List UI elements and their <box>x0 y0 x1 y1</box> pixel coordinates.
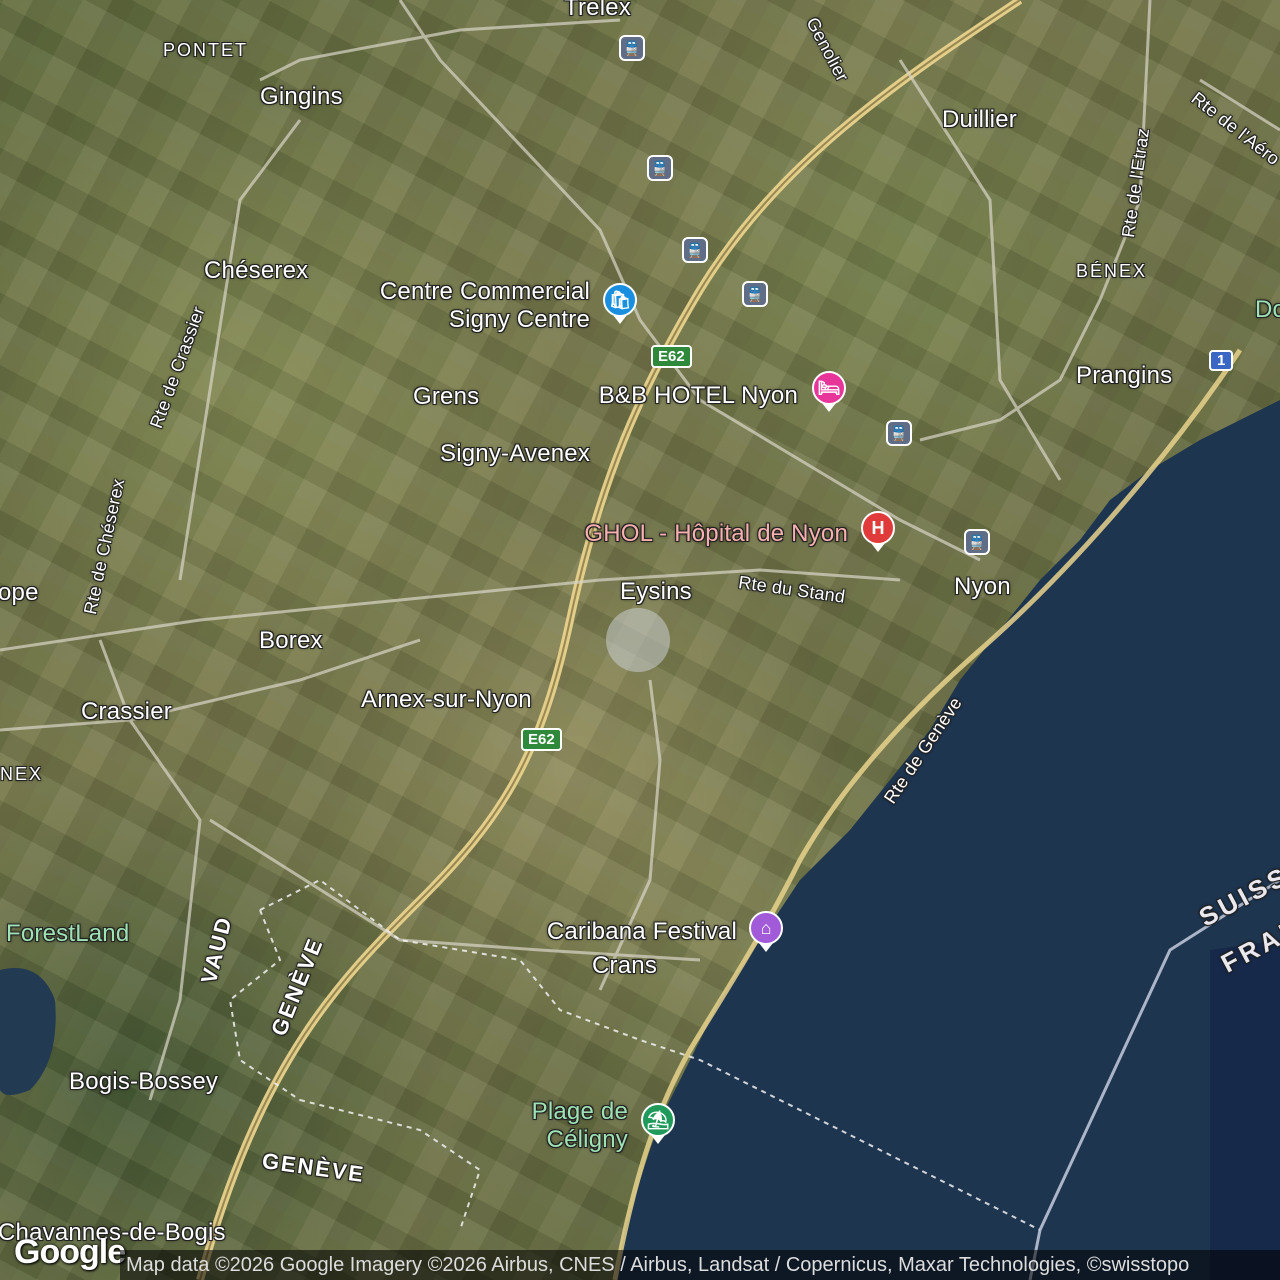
train-icon: 🚆 <box>651 159 669 176</box>
label-eysins: Eysins <box>620 578 692 605</box>
label-plage-line2: Céligny <box>546 1126 628 1153</box>
train-station-trelex[interactable]: 🚆 <box>619 35 645 61</box>
train-icon: 🚆 <box>746 285 764 302</box>
map-attribution[interactable]: Map data ©2026 Google Imagery ©2026 Airb… <box>120 1250 1280 1280</box>
poi-pin-caribana[interactable]: ⌂ <box>749 911 783 952</box>
label-crassier: Crassier <box>81 698 172 725</box>
label-plage-celigny: Plage de Céligny <box>480 1098 628 1154</box>
train-station-5[interactable]: 🚆 <box>886 420 912 446</box>
label-ghol-hospital: GHOL - Hôpital de Nyon <box>584 520 848 547</box>
beach-umbrella-icon: ⛱ <box>646 1109 670 1130</box>
shield-e62-south: E62 <box>521 728 562 751</box>
label-borex: Borex <box>259 627 323 654</box>
poi-pin-plage-celigny[interactable]: ⛱ <box>641 1103 675 1144</box>
map-canvas[interactable]: Trelex Genolier PONTET Gingins Duillier … <box>0 0 1280 1280</box>
label-bb-hotel: B&B HOTEL Nyon <box>598 382 798 409</box>
train-icon: 🚆 <box>623 39 641 56</box>
label-bogis-bossey: Bogis-Bossey <box>69 1068 219 1095</box>
google-logo: Google <box>14 1233 126 1271</box>
label-gingins: Gingins <box>260 83 343 110</box>
label-trelex: Trelex <box>564 0 631 21</box>
label-benex: BÉNEX <box>1076 261 1148 281</box>
label-crans: Crans <box>592 952 658 979</box>
venue-icon: ⌂ <box>760 917 772 938</box>
sports-ground <box>606 608 670 672</box>
label-signy-avenex: Signy-Avenex <box>440 440 591 467</box>
train-icon: 🚆 <box>890 424 908 441</box>
hospital-icon: H <box>871 517 885 538</box>
poi-pin-ghol-hospital[interactable]: H <box>861 511 895 552</box>
label-signy-centre: Centre Commercial Signy Centre <box>340 278 590 334</box>
label-grens: Grens <box>413 383 480 410</box>
label-signy-centre-line2: Signy Centre <box>448 306 590 333</box>
label-ope-partial: ope <box>0 579 39 606</box>
train-station-3[interactable]: 🚆 <box>682 237 708 263</box>
pond <box>0 968 56 1095</box>
label-signy-centre-line1: Centre Commercial <box>379 278 590 305</box>
label-cheserex: Chéserex <box>204 257 309 284</box>
label-arnex: Arnex-sur-Nyon <box>361 686 532 713</box>
label-nex-partial: NEX <box>0 764 44 784</box>
label-duillier: Duillier <box>942 106 1017 133</box>
train-station-2[interactable]: 🚆 <box>647 155 673 181</box>
train-station-4[interactable]: 🚆 <box>742 281 768 307</box>
label-plage-line1: Plage de <box>531 1098 628 1125</box>
shield-e62-north: E62 <box>651 345 692 368</box>
train-icon: 🚆 <box>968 533 986 550</box>
shopping-bag-icon: 🛍 <box>608 289 632 310</box>
label-nyon: Nyon <box>954 573 1011 600</box>
label-pontet: PONTET <box>163 40 249 60</box>
lake-deep <box>1210 940 1280 1280</box>
train-icon: 🚆 <box>686 241 704 258</box>
bed-icon: 🛏 <box>817 377 841 398</box>
poi-pin-signy-centre[interactable]: 🛍 <box>603 283 637 324</box>
label-forestland: ForestLand <box>6 920 130 947</box>
shield-route-1: 1 <box>1209 350 1234 371</box>
poi-pin-bb-hotel[interactable]: 🛏 <box>812 371 846 412</box>
label-prangins: Prangins <box>1076 362 1173 389</box>
train-station-nyon[interactable]: 🚆 <box>964 529 990 555</box>
label-do-partial: Do <box>1255 296 1280 323</box>
label-caribana: Caribana Festival <box>546 918 737 945</box>
